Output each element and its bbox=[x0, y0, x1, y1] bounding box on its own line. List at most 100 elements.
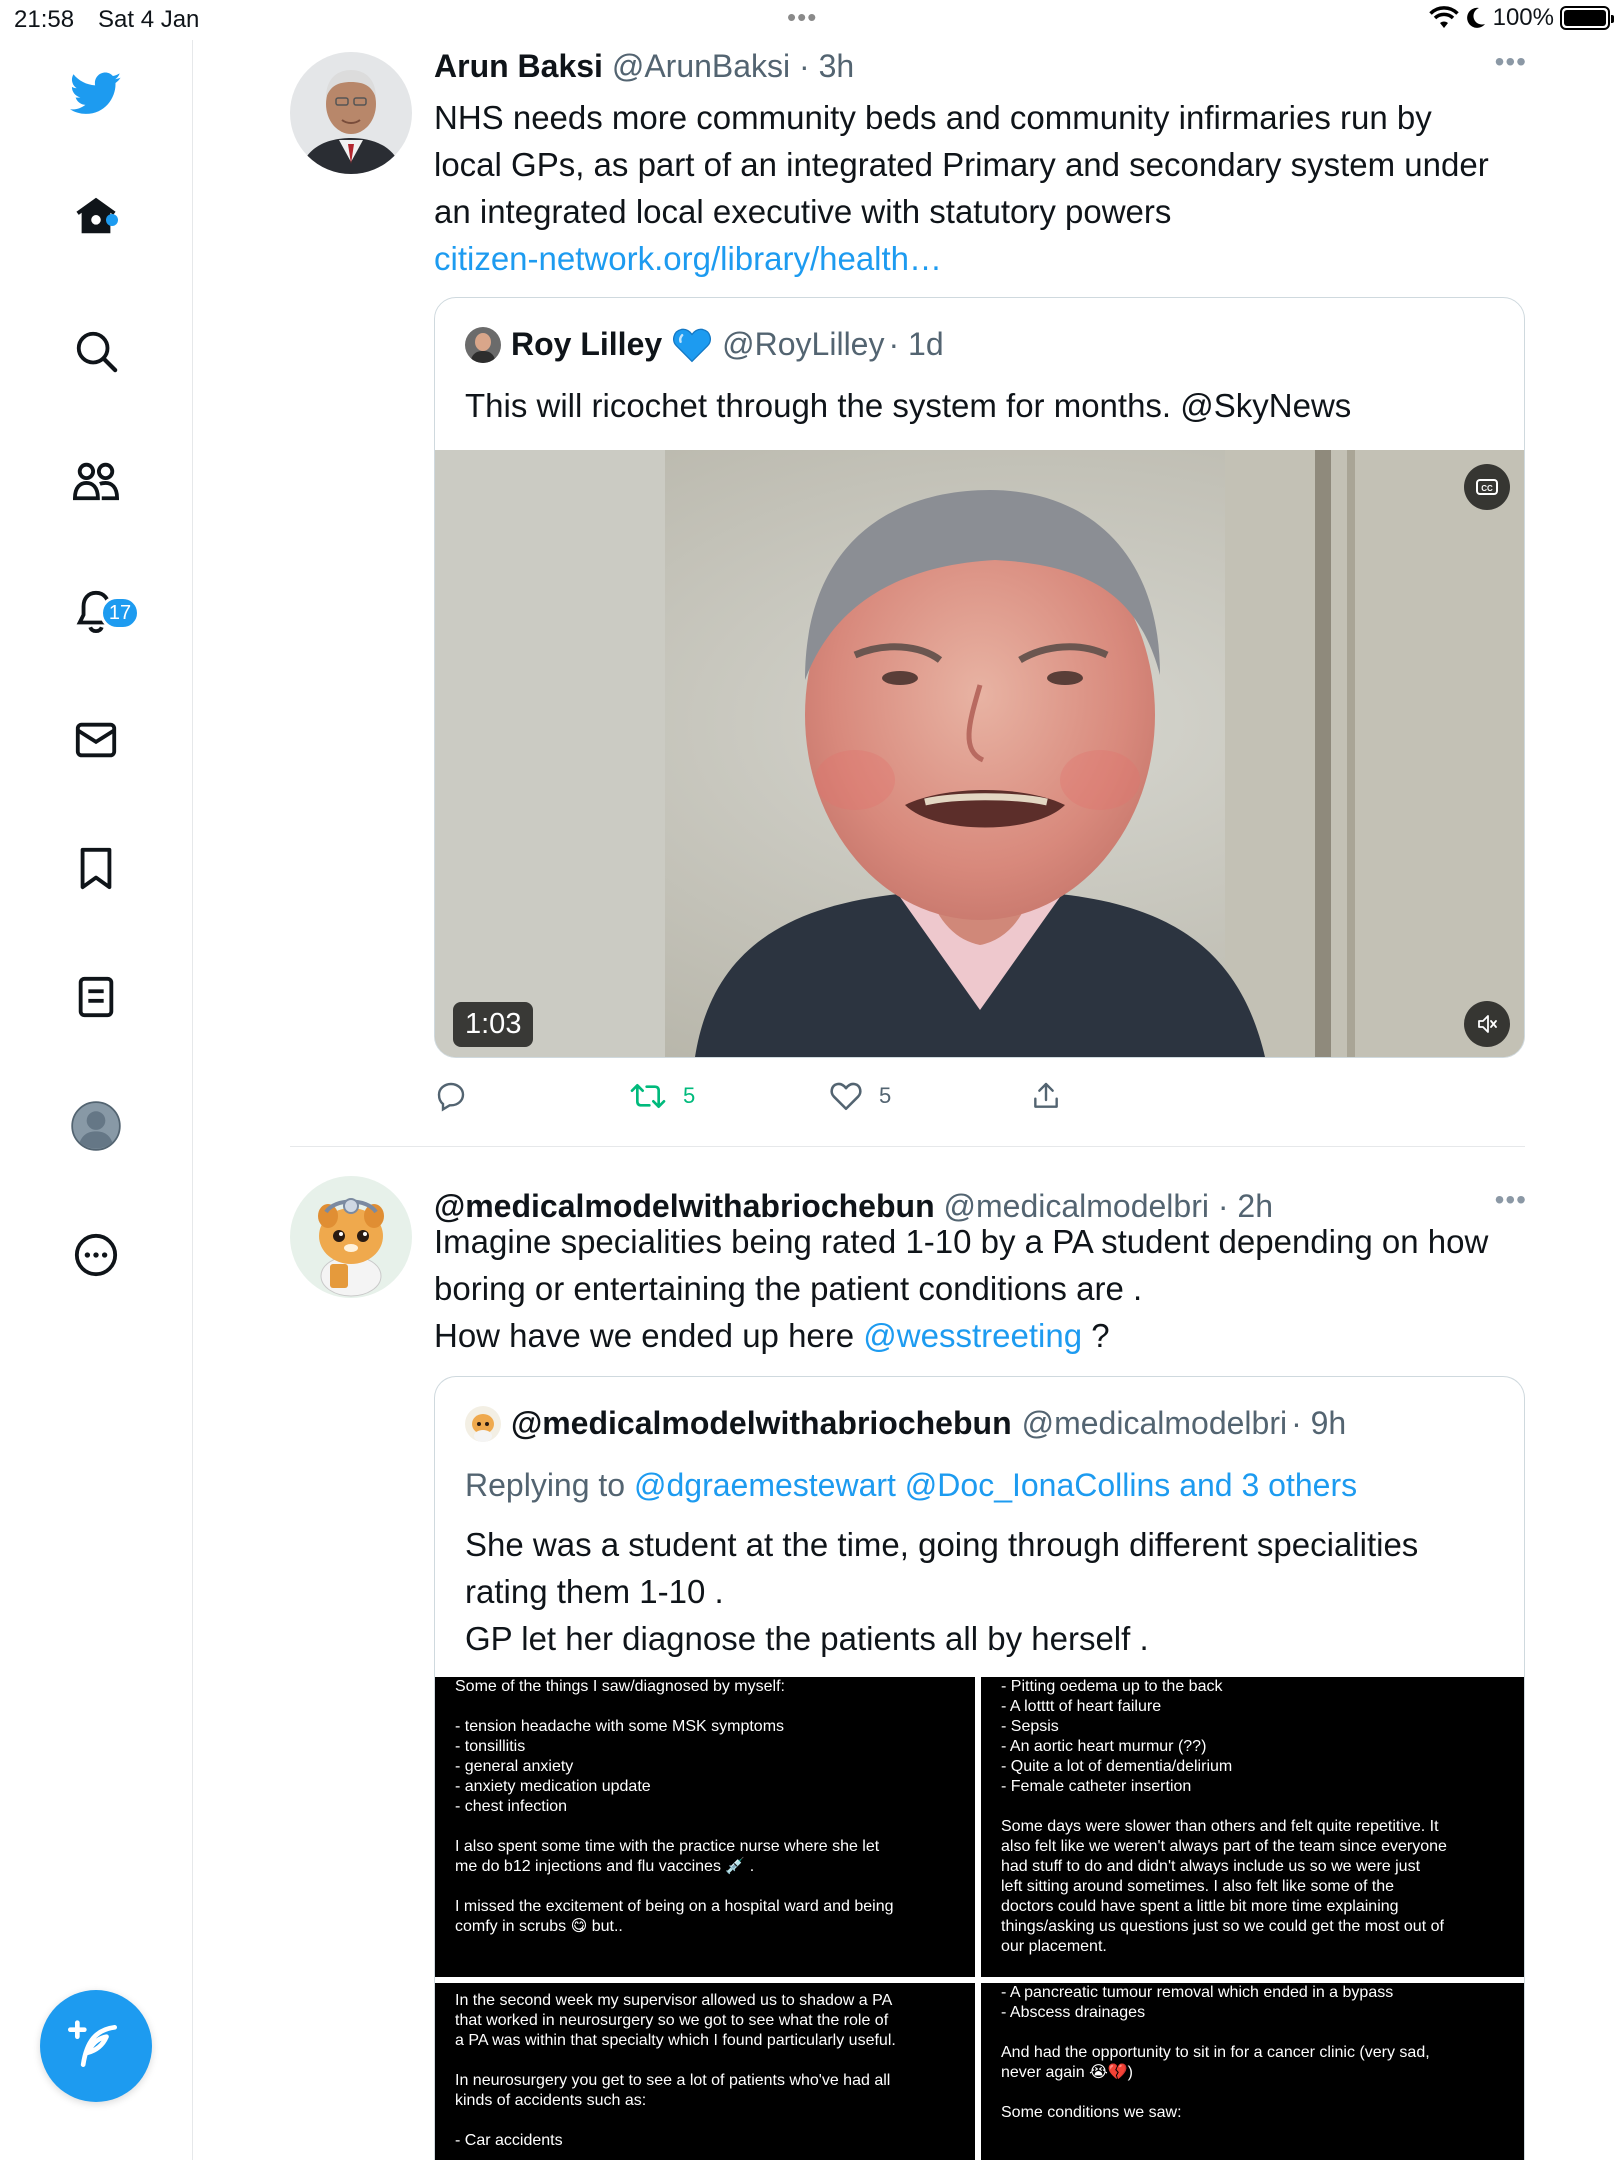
avatar[interactable] bbox=[290, 1176, 412, 1298]
twitter-logo-icon[interactable] bbox=[70, 68, 122, 120]
lists-icon[interactable] bbox=[70, 971, 122, 1023]
tweet-text-line: How have we ended up here @wesstreeting … bbox=[434, 1312, 1524, 1359]
like-count: 5 bbox=[879, 1083, 892, 1108]
quote-text-line: She was a student at the time, going thr… bbox=[465, 1526, 1419, 1563]
image-text-line: - Sepsis bbox=[1001, 1718, 1059, 1735]
bookmarks-icon[interactable] bbox=[70, 842, 122, 894]
compose-button[interactable] bbox=[40, 1990, 152, 2102]
author-name[interactable]: Arun Baksi bbox=[434, 48, 603, 84]
image-text-line: - tension headache with some MSK symptom… bbox=[455, 1718, 785, 1735]
quote-text: She was a student at the time, going thr… bbox=[465, 1521, 1505, 1662]
quote-avatar bbox=[465, 1405, 501, 1442]
image-text-line: Some of the things I saw/diagnosed by my… bbox=[455, 1678, 785, 1695]
image-text-line: - Quite a lot of dementia/delirium bbox=[1001, 1758, 1233, 1775]
image-text-line: - A lotttt of heart failure bbox=[1001, 1698, 1162, 1715]
quoted-tweet[interactable]: Roy Lilley @RoyLilley · 1d This will ric… bbox=[434, 297, 1525, 1058]
status-right: 100% bbox=[1428, 4, 1614, 32]
retweet-button[interactable]: 5 bbox=[629, 1080, 695, 1112]
captions-button[interactable]: CC bbox=[1464, 464, 1510, 510]
multitasking-dots[interactable]: ••• bbox=[787, 2, 817, 33]
image-text-line: - A pancreatic tumour removal which ende… bbox=[1001, 1984, 1394, 2001]
image-text-line bbox=[1001, 2023, 1506, 2043]
avatar[interactable] bbox=[290, 52, 412, 174]
reply-icon bbox=[437, 1082, 465, 1112]
quote-author-handle: @RoyLilley bbox=[722, 326, 885, 362]
image-text-line: doctors could have spent a little bit mo… bbox=[1001, 1898, 1399, 1915]
tweet-image[interactable]: - A pancreatic tumour removal which ende… bbox=[981, 1983, 1524, 2160]
video-frame bbox=[435, 450, 1524, 1057]
battery-percent: 100% bbox=[1492, 4, 1554, 31]
muted-speaker-icon bbox=[1478, 1015, 1497, 1033]
share-icon bbox=[1034, 1082, 1058, 1108]
mute-button[interactable] bbox=[1464, 1001, 1510, 1047]
tweet-image[interactable]: Some of the things I saw/diagnosed by my… bbox=[435, 1677, 975, 1977]
search-icon[interactable] bbox=[70, 325, 122, 377]
image-text-line: - chest infection bbox=[455, 1798, 568, 1815]
image-text-line: our placement. bbox=[1001, 1938, 1107, 1955]
blue-heart-icon bbox=[673, 328, 712, 362]
image-text-line bbox=[455, 2051, 955, 2071]
tweet-text-line: NHS needs more community beds and commun… bbox=[434, 99, 1432, 136]
retweet-icon bbox=[630, 1084, 666, 1108]
tweet-image[interactable]: - Pitting oedema up to the back - A lottt… bbox=[981, 1677, 1524, 1977]
share-button[interactable] bbox=[1030, 1080, 1062, 1112]
reply-button[interactable] bbox=[434, 1080, 484, 1112]
communities-icon[interactable] bbox=[70, 455, 122, 507]
image-text-line: I also spent some time with the practice… bbox=[455, 1838, 880, 1855]
quote-avatar bbox=[465, 326, 501, 363]
wifi-icon bbox=[1428, 6, 1459, 28]
tweet-text-fragment: ? bbox=[1082, 1317, 1110, 1354]
tweet-text-line: Imagine specialities being rated 1-10 by… bbox=[434, 1223, 1489, 1260]
tweet-more-icon[interactable]: ••• bbox=[1495, 46, 1527, 78]
battery-icon bbox=[1560, 6, 1614, 30]
moon-icon bbox=[1466, 7, 1485, 28]
tweet-time[interactable]: · 3h bbox=[799, 48, 854, 84]
like-button[interactable]: 5 bbox=[829, 1080, 891, 1112]
tweet-header: Arun Baksi @ArunBaksi · 3h bbox=[434, 48, 854, 85]
author-handle[interactable]: @ArunBaksi bbox=[612, 48, 790, 84]
tweet-more-icon[interactable]: ••• bbox=[1495, 1184, 1527, 1216]
replying-to: Replying to @dgraemestewart @Doc_IonaCol… bbox=[465, 1463, 1505, 1507]
quote-header: Roy Lilley @RoyLilley · 1d bbox=[465, 326, 944, 363]
notifications-badge: 17 bbox=[100, 596, 140, 630]
tweet[interactable]: Arun Baksi @ArunBaksi · 3h ••• NHS needs… bbox=[290, 40, 1527, 1140]
tweet-text-line: an integrated local executive with statu… bbox=[434, 193, 1172, 230]
messages-icon[interactable] bbox=[70, 714, 122, 766]
heart-icon bbox=[830, 1082, 862, 1111]
replying-to-prefix: Replying to bbox=[465, 1467, 634, 1503]
tweet-divider bbox=[290, 1146, 1525, 1147]
tweet-image[interactable]: In the second week my supervisor allowed… bbox=[435, 1983, 975, 2160]
replying-to-users[interactable]: @dgraemestewart @Doc_IonaCollins and 3 o… bbox=[634, 1467, 1357, 1503]
quote-header: @medicalmodelwithabriochebun @medicalmod… bbox=[465, 1405, 1346, 1442]
quote-author-name: Roy Lilley bbox=[511, 326, 663, 362]
image-text-line bbox=[1001, 2083, 1506, 2103]
status-date: Sat 4 Jan bbox=[98, 6, 200, 33]
status-time: 21:58 bbox=[14, 6, 75, 33]
quote-text-line: GP let her diagnose the patients all by … bbox=[465, 1620, 1149, 1657]
tweet-text-line: local GPs, as part of an integrated Prim… bbox=[434, 146, 1489, 183]
image-text-line: And had the opportunity to sit in for a … bbox=[1001, 2044, 1430, 2061]
image-text-line: that worked in neurosurgery so we got to… bbox=[455, 2012, 889, 2029]
image-text-line: - anxiety medication update bbox=[455, 1778, 651, 1795]
image-text-line: a PA was within that specialty which I f… bbox=[455, 2032, 896, 2049]
tweet-text-line: boring or entertaining the patient condi… bbox=[434, 1270, 1143, 1307]
image-text-line: kinds of accidents such as: bbox=[455, 2092, 647, 2109]
image-text-line: In the second week my supervisor allowed… bbox=[455, 1992, 893, 2009]
sidebar: 17 bbox=[0, 40, 193, 2160]
tweet[interactable]: @medicalmodelwithabriochebun @medicalmod… bbox=[290, 1160, 1527, 2160]
mention-link[interactable]: @wesstreeting bbox=[863, 1317, 1082, 1354]
image-text-line: - Car accidents bbox=[455, 2132, 563, 2149]
image-text-line: - tonsillitis bbox=[455, 1738, 526, 1755]
captions-icon: CC bbox=[1476, 479, 1498, 495]
profile-icon[interactable] bbox=[70, 1100, 122, 1152]
image-text-line: I missed the excitement of being on a ho… bbox=[455, 1898, 894, 1915]
more-icon[interactable] bbox=[70, 1229, 122, 1281]
quote-text-line: rating them 1-10 . bbox=[465, 1573, 724, 1610]
svg-text:CC: CC bbox=[1481, 484, 1493, 493]
tweet-link[interactable]: citizen-network.org/library/health… bbox=[434, 235, 1524, 282]
image-text-line: - Female catheter insertion bbox=[1001, 1778, 1192, 1795]
home-notification-dot bbox=[106, 214, 118, 226]
image-text-line bbox=[455, 2111, 955, 2131]
video-player[interactable]: 1:03 CC bbox=[435, 450, 1524, 1057]
quoted-tweet[interactable]: @medicalmodelwithabriochebun @medicalmod… bbox=[434, 1376, 1525, 2160]
